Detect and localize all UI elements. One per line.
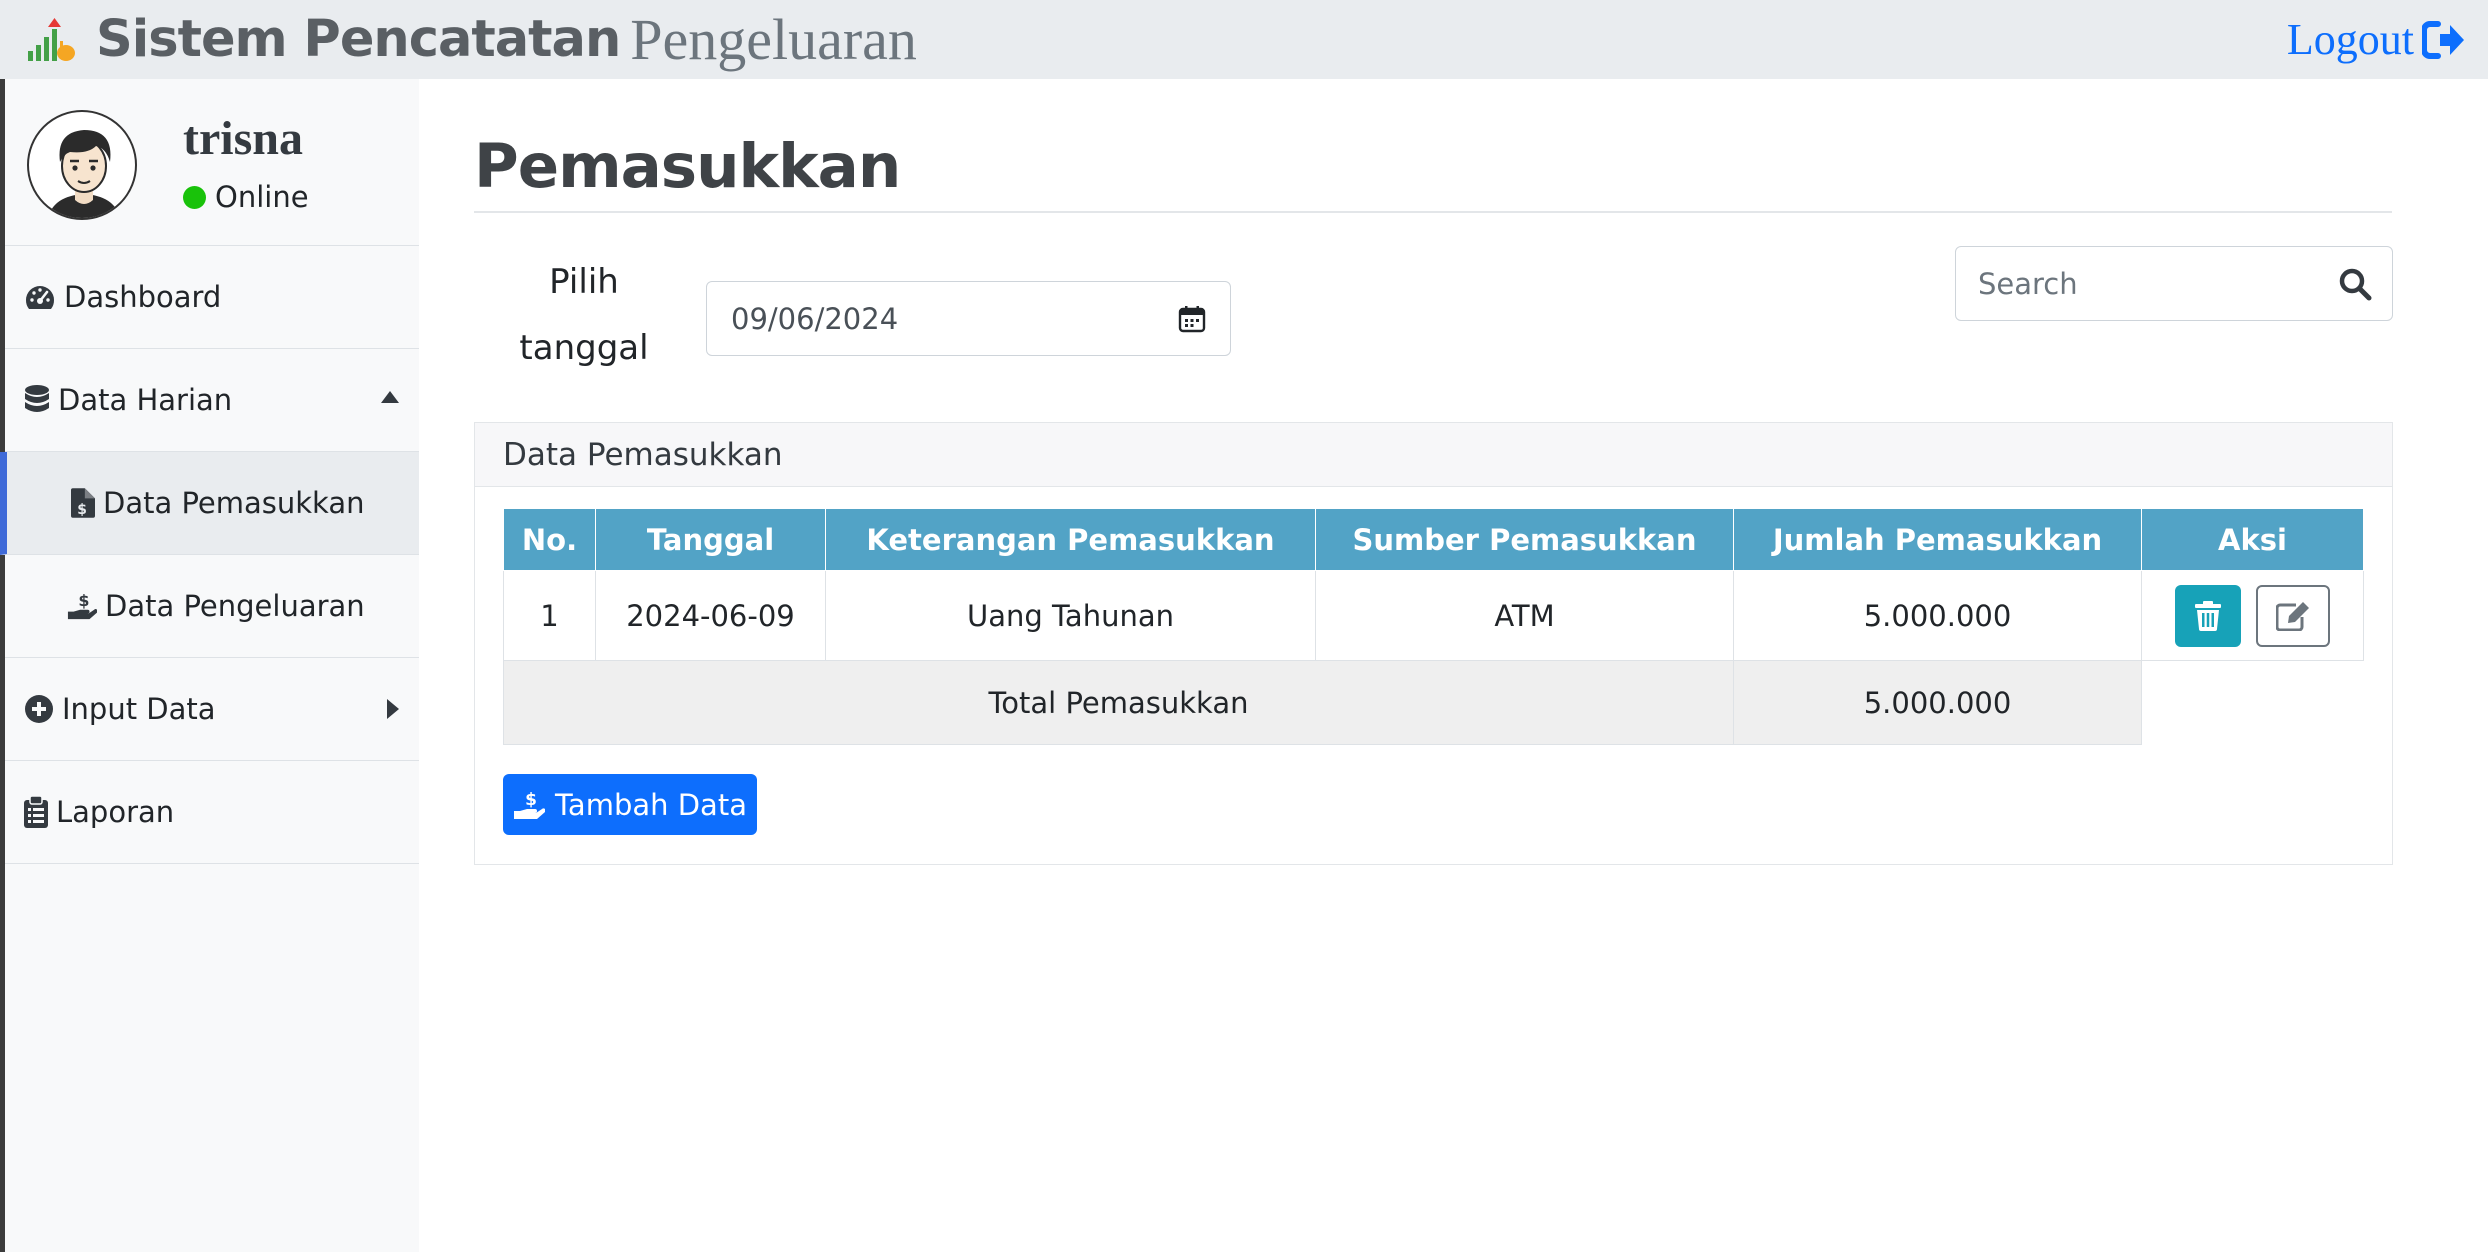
svg-text:$: $ [78,591,89,610]
edit-button[interactable] [2256,584,2331,647]
table-header-row: No. Tanggal Keterangan Pemasukkan Sumber… [503,508,2364,571]
column-header-aksi: Aksi [2141,508,2364,571]
date-value: 09/06/2024 [731,301,899,336]
plus-circle-icon [25,695,53,723]
page-title: Pemasukkan [474,131,901,202]
user-avatar-icon [47,130,121,218]
total-empty-cell [2141,660,2364,745]
sidebar-item-label: Data Pemasukkan [103,486,365,520]
column-header-no: No. [503,508,596,571]
status-label: Online [215,180,309,214]
app-title-bold: Sistem Pencatatan [96,10,621,69]
calendar-icon[interactable] [1178,305,1206,333]
add-data-button[interactable]: $ Tambah Data [503,774,757,835]
total-value: 5.000.000 [1733,660,2142,745]
sidebar-item-input-data[interactable]: Input Data [5,658,419,761]
top-navbar: Sistem Pencatatan Pengeluaran Logout [0,0,2488,79]
search-input[interactable] [1956,247,2316,320]
finance-chart-icon [28,17,75,61]
user-profile: trisna Online [5,79,419,246]
sidebar-item-label: Data Harian [58,383,233,417]
cell-tanggal: 2024-06-09 [595,570,826,661]
sidebar-item-label: Input Data [62,692,216,726]
column-header-jumlah: Jumlah Pemasukkan [1733,508,2142,571]
avatar [27,110,137,220]
column-header-tanggal: Tanggal [595,508,826,571]
sidebar-item-label: Dashboard [64,280,222,314]
card-title: Data Pemasukkan [475,423,2392,487]
user-status: Online [183,180,309,214]
sidebar: trisna Online Dashboard Data Harian $ Da… [0,79,419,1252]
table-row: 1 2024-06-09 Uang Tahunan ATM 5.000.000 [503,570,2364,661]
column-header-keterangan: Keterangan Pemasukkan [825,508,1316,571]
search-icon[interactable] [2338,267,2372,301]
svg-text:$: $ [77,502,87,518]
caret-up-icon [381,391,399,403]
sidebar-item-data-harian[interactable]: Data Harian [5,349,419,452]
database-icon [25,385,49,412]
user-name: trisna [183,112,303,165]
hand-holding-dollar-icon: $ [514,790,546,819]
logout-label: Logout [2286,15,2414,64]
brand[interactable]: Sistem Pencatatan Pengeluaran [26,6,917,73]
online-indicator [183,185,206,209]
cell-aksi [2141,570,2364,661]
svg-text:$: $ [525,790,537,810]
date-label: Pilih tanggal [519,262,649,368]
cell-jumlah: 5.000.000 [1733,570,2142,661]
main-content: Pemasukkan Pilih tanggal 09/06/2024 Data… [419,79,2488,1252]
sidebar-item-label: Laporan [56,795,175,829]
income-card: Data Pemasukkan No. Tanggal Keterangan P… [474,422,2393,865]
hand-holding-dollar-icon: $ [67,591,97,620]
sidebar-item-data-pengeluaran[interactable]: $ Data Pengeluaran [5,555,419,658]
date-picker-input[interactable]: 09/06/2024 [706,281,1231,356]
income-table: No. Tanggal Keterangan Pemasukkan Sumber… [503,508,2364,745]
add-data-label: Tambah Data [555,787,747,822]
file-invoice-dollar-icon: $ [71,488,95,518]
delete-button[interactable] [2174,584,2241,647]
tachometer-icon [25,286,55,309]
cell-no: 1 [503,570,596,661]
sidebar-item-data-pemasukkan[interactable]: $ Data Pemasukkan [0,452,419,555]
sign-out-icon [2422,20,2464,59]
cell-keterangan: Uang Tahunan [825,570,1316,661]
sidebar-item-laporan[interactable]: Laporan [5,761,419,864]
app-title-light: Pengeluaran [630,7,917,72]
total-row: Total Pemasukkan 5.000.000 [503,660,2364,745]
title-divider [474,211,2392,213]
column-header-sumber: Sumber Pemasukkan [1315,508,1734,571]
trash-icon [2194,600,2221,631]
total-label: Total Pemasukkan [503,660,1734,745]
logout-link[interactable]: Logout [2287,0,2466,79]
search-box [1955,246,2393,321]
sidebar-item-label: Data Pengeluaran [105,589,365,623]
caret-right-icon [387,699,399,719]
cell-sumber: ATM [1315,570,1734,661]
clipboard-list-icon [24,796,48,828]
sidebar-item-dashboard[interactable]: Dashboard [5,246,419,349]
edit-icon [2276,601,2310,631]
